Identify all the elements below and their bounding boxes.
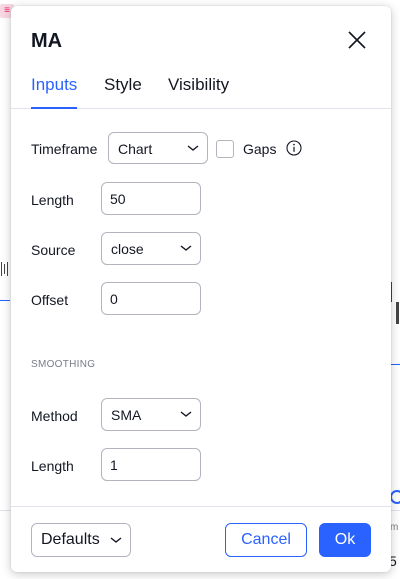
method-value: SMA: [111, 407, 142, 423]
timeframe-value: Chart: [118, 141, 153, 157]
chart-candles-left: [0, 262, 10, 276]
timeframe-select[interactable]: Chart: [108, 132, 208, 164]
ma-settings-dialog: MA Inputs Style Visibility Timeframe Cha…: [11, 6, 391, 572]
method-select[interactable]: SMA: [101, 398, 201, 431]
dialog-title: MA: [31, 30, 63, 52]
gaps-label: Gaps: [243, 141, 277, 157]
smoothing-length-input[interactable]: [101, 448, 201, 481]
close-icon[interactable]: [345, 28, 369, 52]
chevron-down-icon: [110, 537, 122, 543]
tab-style[interactable]: Style: [104, 75, 142, 108]
source-label: Source: [31, 242, 76, 258]
length-label: Length: [31, 192, 74, 208]
chart-candles-right: [390, 282, 400, 326]
timeframe-label: Timeframe: [31, 141, 98, 157]
cancel-button[interactable]: Cancel: [225, 523, 307, 557]
smoothing-length-label: Length: [31, 458, 74, 474]
source-value: close: [111, 241, 144, 257]
chevron-down-icon: [180, 245, 192, 251]
info-icon[interactable]: [286, 140, 302, 156]
defaults-label: Defaults: [41, 531, 100, 548]
chevron-down-icon: [180, 411, 192, 417]
method-label: Method: [31, 408, 78, 424]
dialog-footer: Defaults Cancel Ok: [11, 506, 391, 573]
offset-label: Offset: [31, 292, 69, 308]
chart-circle-icon: [390, 490, 400, 504]
length-input[interactable]: [101, 182, 201, 215]
smoothing-section-title: SMOOTHING: [31, 359, 96, 370]
tab-visibility[interactable]: Visibility: [168, 75, 229, 108]
ok-button[interactable]: Ok: [319, 523, 371, 557]
tab-bar: Inputs Style Visibility: [11, 72, 391, 109]
chart-axis-letter: m: [390, 522, 399, 533]
chevron-down-icon: [187, 145, 199, 151]
source-select[interactable]: close: [101, 232, 201, 265]
chart-ma-line-right: [390, 364, 400, 365]
tab-inputs[interactable]: Inputs: [31, 75, 78, 109]
gaps-checkbox[interactable]: [216, 140, 234, 158]
defaults-dropdown[interactable]: Defaults: [31, 523, 131, 557]
offset-input[interactable]: [101, 282, 201, 315]
chart-ma-line-left: [0, 300, 10, 301]
